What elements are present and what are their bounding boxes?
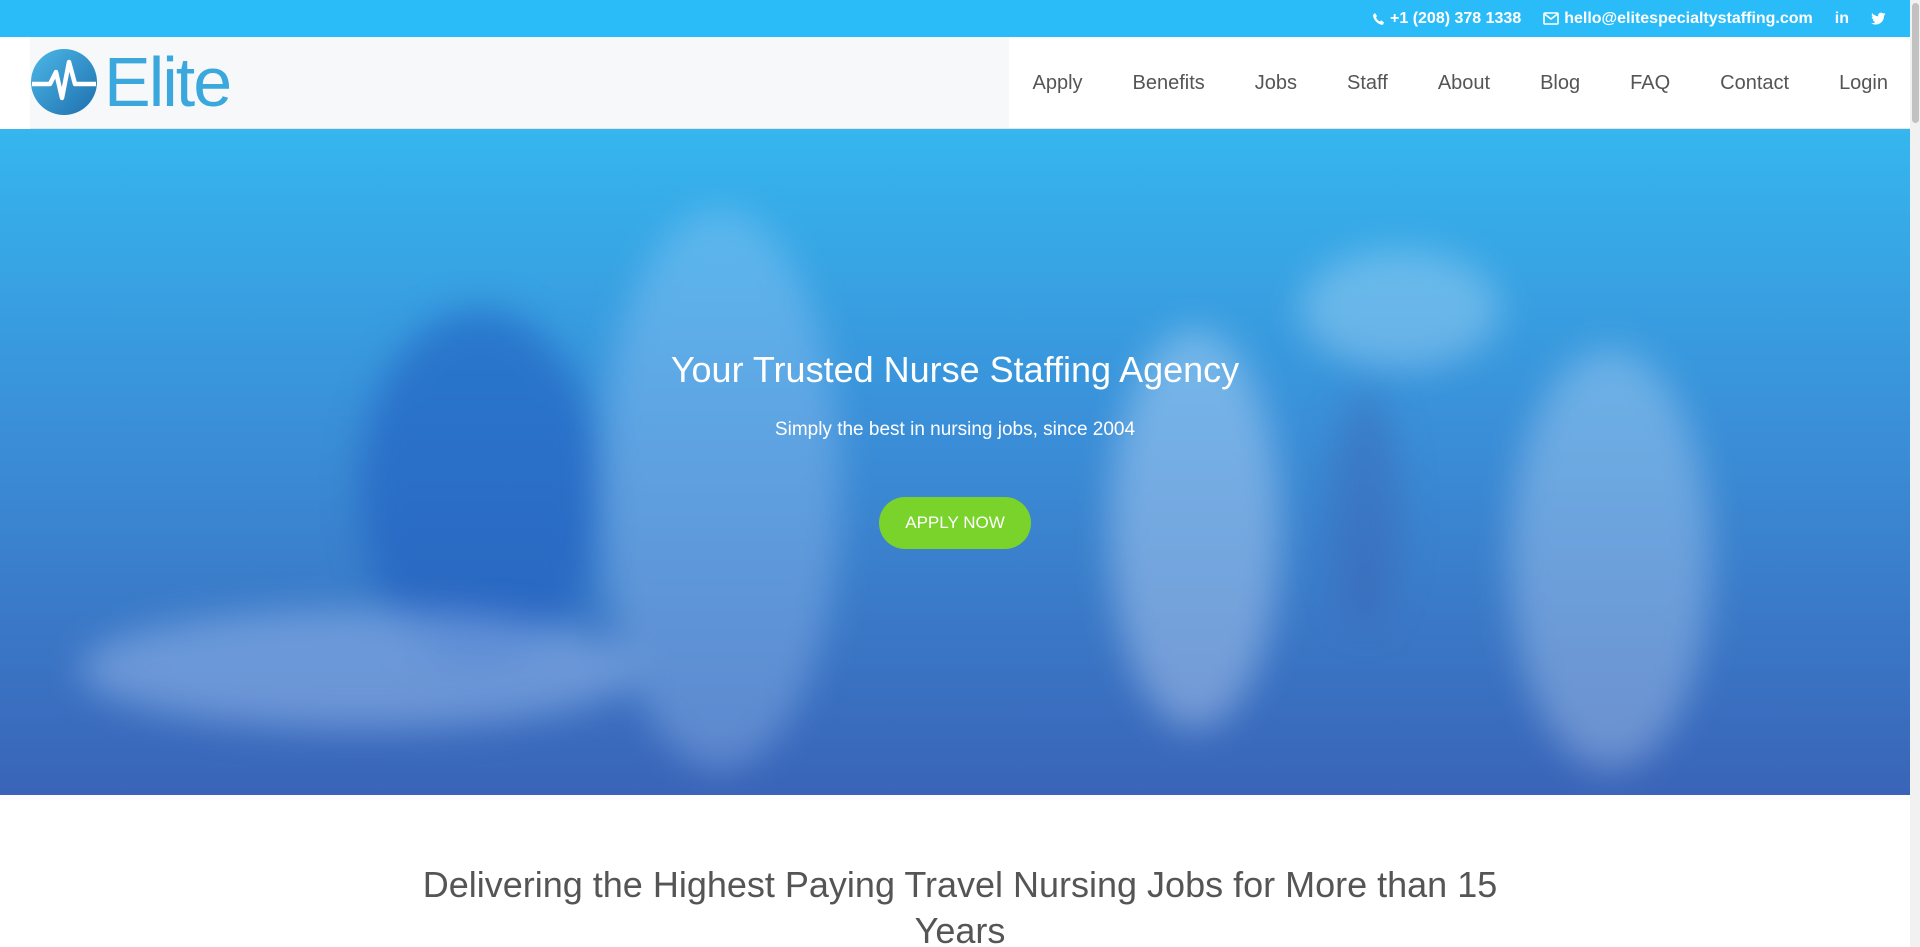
nav-jobs[interactable]: Jobs: [1255, 72, 1297, 95]
main-nav: Apply Benefits Jobs Staff About Blog FAQ…: [982, 37, 1888, 129]
nav-blog[interactable]: Blog: [1540, 72, 1580, 95]
site-header: Elite Apply Benefits Jobs Staff About Bl…: [0, 37, 1910, 129]
heartbeat-logo-icon: [31, 49, 97, 115]
site-logo[interactable]: Elite: [30, 43, 232, 121]
envelope-icon: [1543, 12, 1560, 25]
phone-link[interactable]: +1 (208) 378 1338: [1372, 10, 1521, 28]
nav-apply[interactable]: Apply: [1032, 72, 1082, 95]
phone-number: +1 (208) 378 1338: [1390, 9, 1522, 27]
section-heading-text: Delivering the Highest Paying Travel Nur…: [422, 864, 1498, 947]
top-contact-bar: +1 (208) 378 1338 hello@elitespecialtyst…: [0, 0, 1910, 37]
page-scrollbar[interactable]: [1910, 0, 1920, 947]
email-link[interactable]: hello@elitespecialtystaffing.com: [1543, 10, 1813, 28]
phone-icon: [1373, 12, 1384, 25]
hero-content: Your Trusted Nurse Staffing Agency Simpl…: [0, 129, 1910, 795]
hero-banner: Your Trusted Nurse Staffing Agency Simpl…: [0, 129, 1910, 795]
apply-now-button[interactable]: APPLY NOW: [879, 497, 1031, 549]
hero-subtitle: Simply the best in nursing jobs, since 2…: [774, 419, 1136, 440]
nav-faq[interactable]: FAQ: [1630, 72, 1670, 95]
logo-text: Elite: [104, 43, 232, 121]
linkedin-icon: in: [1834, 9, 1849, 27]
scrollbar-thumb[interactable]: [1912, 3, 1919, 123]
hero-title: Your Trusted Nurse Staffing Agency: [670, 349, 1240, 390]
linkedin-link[interactable]: in: [1835, 10, 1849, 28]
logo-area: Elite: [30, 37, 1009, 129]
email-address: hello@elitespecialtystaffing.com: [1564, 9, 1813, 27]
nav-about[interactable]: About: [1438, 72, 1490, 95]
nav-staff[interactable]: Staff: [1347, 72, 1388, 95]
section-heading: Delivering the Highest Paying Travel Nur…: [0, 862, 1920, 947]
nav-login[interactable]: Login: [1839, 72, 1888, 95]
twitter-icon: [1871, 12, 1886, 25]
twitter-link[interactable]: [1871, 12, 1886, 25]
nav-benefits[interactable]: Benefits: [1133, 72, 1205, 95]
nav-contact[interactable]: Contact: [1720, 72, 1789, 95]
